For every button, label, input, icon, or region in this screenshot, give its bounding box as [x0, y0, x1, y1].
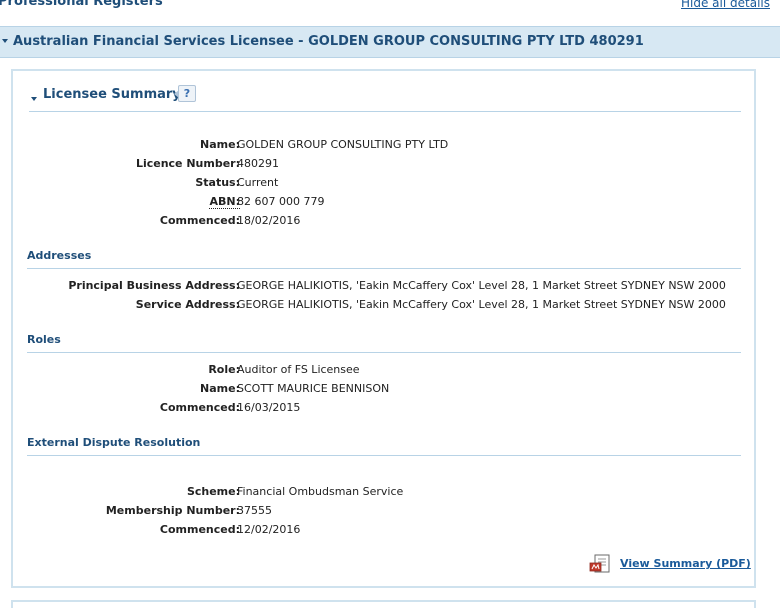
field-label: Membership Number: [105, 504, 240, 517]
licensee-summary-panel: Licensee Summary ? Name: GOLDEN GROUP CO… [11, 69, 756, 588]
field-value: 18/02/2016 [237, 214, 301, 227]
page-title: Professional Registers [0, 0, 163, 9]
field-value: Current [237, 176, 279, 189]
roles-section-title: Roles [27, 333, 741, 353]
field-label: Commenced: [159, 214, 240, 227]
address-row-service: Service Address: GEORGE HALIKIOTIS, 'Eak… [13, 298, 753, 314]
summary-row-status: Status: Current [13, 176, 753, 192]
field-value: SCOTT MAURICE BENNISON [237, 382, 390, 395]
summary-row-abn: ABN: 82 607 000 779 [13, 195, 753, 211]
edr-row-scheme: Scheme: Financial Ombudsman Service [13, 485, 753, 501]
role-row-commenced: Commenced: 16/03/2015 [13, 401, 753, 417]
field-value: 480291 [237, 157, 279, 170]
field-label: Status: [195, 176, 240, 189]
field-value: GEORGE HALIKIOTIS, 'Eakin McCaffery Cox'… [237, 298, 726, 311]
role-row-role: Role: Auditor of FS Licensee [13, 363, 753, 379]
field-value: 16/03/2015 [237, 401, 301, 414]
view-summary-pdf-text[interactable]: View Summary (PDF) [620, 557, 751, 570]
field-value: 12/02/2016 [237, 523, 301, 536]
field-label: Licence Number: [135, 157, 240, 170]
field-label: Principal Business Address: [68, 279, 240, 292]
edr-row-commenced: Commenced: 12/02/2016 [13, 523, 753, 539]
collapse-arrow-icon[interactable] [2, 39, 8, 43]
role-row-name: Name: SCOTT MAURICE BENNISON [13, 382, 753, 398]
field-label: Name: [200, 382, 240, 395]
field-label: Scheme: [186, 485, 240, 498]
pdf-document-icon[interactable] [589, 554, 613, 574]
collapse-arrow-icon[interactable] [31, 97, 37, 101]
licensee-header-title: Australian Financial Services Licensee -… [13, 34, 644, 49]
field-label: Commenced: [159, 523, 240, 536]
abn-abbreviation: ABN: [209, 195, 240, 209]
field-value: 82 607 000 779 [237, 195, 325, 208]
field-label: Service Address: [135, 298, 240, 311]
field-label: Role: [208, 363, 240, 376]
licensee-summary-title: Licensee Summary [43, 87, 181, 102]
help-icon[interactable]: ? [174, 85, 196, 102]
field-value: Financial Ombudsman Service [237, 485, 404, 498]
licensee-header-bar[interactable]: Australian Financial Services Licensee -… [0, 26, 780, 58]
field-value: 37555 [237, 504, 272, 517]
summary-row-commenced: Commenced: 18/02/2016 [13, 214, 753, 230]
edr-row-membership-number: Membership Number: 37555 [13, 504, 753, 520]
summary-row-name: Name: GOLDEN GROUP CONSULTING PTY LTD [13, 138, 753, 154]
field-label: Commenced: [159, 401, 240, 414]
edr-section-title: External Dispute Resolution [27, 436, 741, 456]
field-value: GEORGE HALIKIOTIS, 'Eakin McCaffery Cox'… [237, 279, 726, 292]
field-value: GOLDEN GROUP CONSULTING PTY LTD [237, 138, 449, 151]
next-panel [11, 600, 756, 608]
address-row-principal: Principal Business Address: GEORGE HALIK… [13, 279, 753, 295]
summary-row-licence-number: Licence Number: 480291 [13, 157, 753, 173]
addresses-section-title: Addresses [27, 249, 741, 269]
hide-all-details-link[interactable]: Hide all details [681, 0, 770, 10]
field-value: Auditor of FS Licensee [237, 363, 360, 376]
licensee-summary-header[interactable]: Licensee Summary ? [29, 85, 741, 112]
field-label: Name: [200, 138, 240, 151]
field-label: ABN: [20, 195, 240, 209]
